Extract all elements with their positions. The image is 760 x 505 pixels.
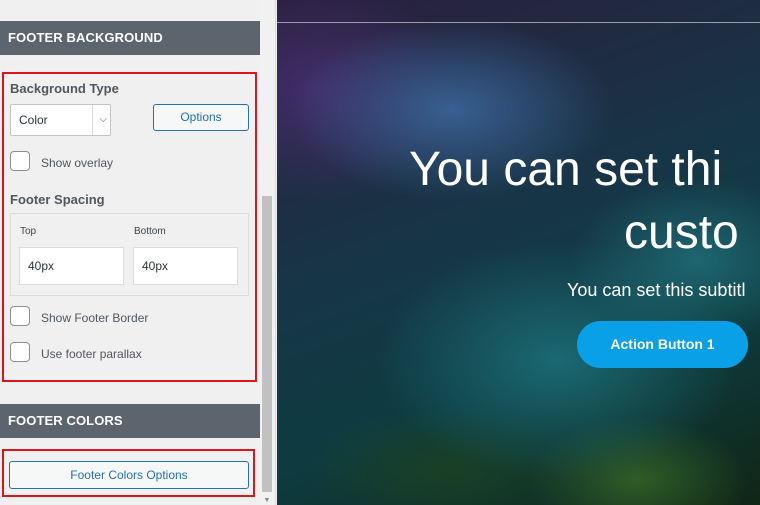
footer-colors-header[interactable]: FOOTER COLORS (0, 404, 260, 438)
use-footer-parallax-checkbox[interactable] (10, 342, 30, 362)
footer-spacing-label: Footer Spacing (10, 192, 105, 207)
spacing-top-input[interactable]: 40px (19, 247, 124, 285)
spacing-bottom-label: Bottom (134, 226, 166, 237)
panel-scrollbar-thumb[interactable] (262, 196, 272, 492)
footer-colors-options-button[interactable]: Footer Colors Options (9, 461, 249, 489)
spacing-top-label: Top (20, 226, 37, 237)
show-footer-border-label: Show Footer Border (41, 311, 149, 325)
settings-panel: FOOTER BACKGROUND Background Type Color … (0, 0, 276, 505)
footer-background-header[interactable]: FOOTER BACKGROUND (0, 21, 260, 55)
background-options-button[interactable]: Options (153, 104, 249, 131)
chevron-down-icon: ⌵ (99, 114, 107, 125)
use-footer-parallax-label: Use footer parallax (41, 347, 142, 361)
hero-title-line-2: custo (624, 206, 739, 259)
site-preview: You can set thi custo You can set this s… (277, 0, 760, 505)
action-button-1[interactable]: Action Button 1 (577, 321, 748, 368)
background-type-value: Color (19, 113, 48, 127)
show-overlay-label: Show overlay (41, 156, 114, 170)
show-footer-border-checkbox[interactable] (10, 306, 30, 326)
hero-title-line-1: You can set thi (409, 143, 723, 196)
hero-subtitle: You can set this subtitl (567, 280, 746, 300)
background-type-label: Background Type (10, 81, 119, 96)
spacing-bottom-input[interactable]: 40px (133, 247, 238, 285)
scroll-down-arrow-icon[interactable]: ▼ (262, 496, 272, 505)
background-type-select[interactable]: Color ⌵ (10, 104, 111, 136)
preview-divider-line (277, 22, 760, 23)
select-divider (92, 105, 93, 135)
show-overlay-checkbox[interactable] (10, 151, 30, 171)
